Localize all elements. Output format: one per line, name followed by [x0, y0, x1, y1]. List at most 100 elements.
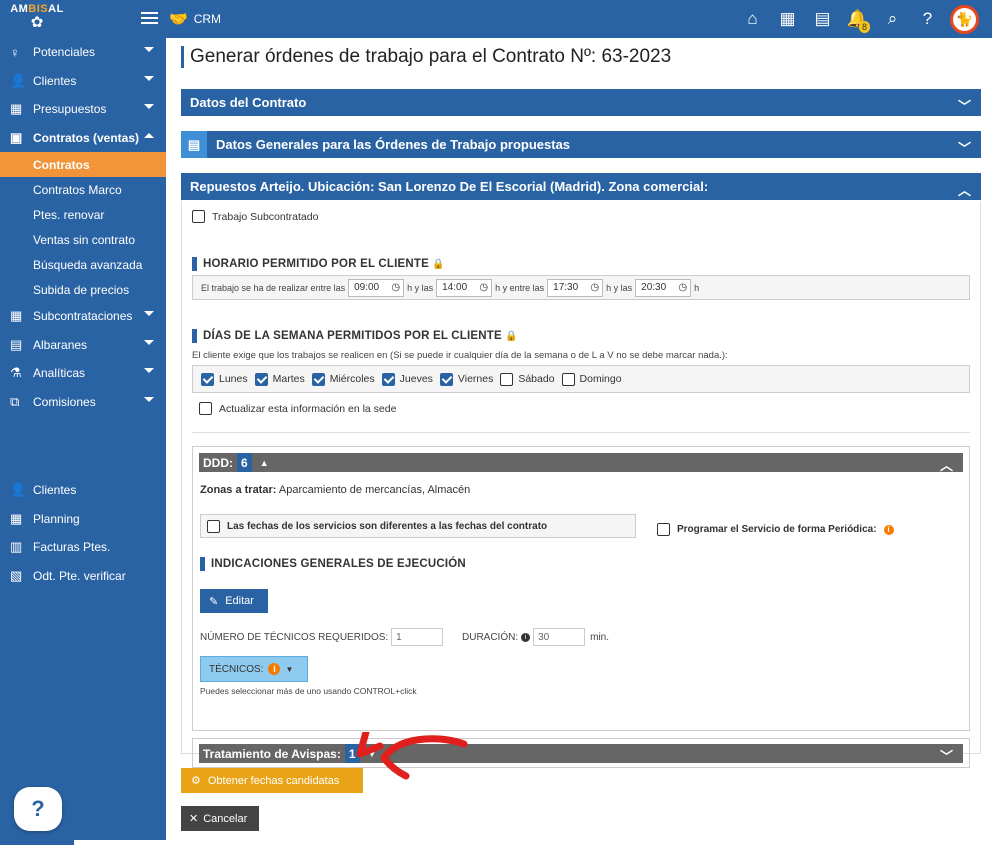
datos-generales-header[interactable]: ▤ Datos Generales para las Órdenes de Tr…	[181, 131, 981, 158]
money-icon: ⧉	[10, 393, 20, 409]
horario-section-title: HORARIO PERMITIDO POR EL CLIENTE 🔒	[192, 257, 445, 271]
time-start-1-input[interactable]: 09:00 ◷	[348, 278, 405, 297]
sidebar-item-contratos-ventas[interactable]: ▣ Contratos (ventas)	[0, 124, 166, 153]
caret-down-icon	[144, 104, 154, 109]
tecnicos-dropdown[interactable]: TÉCNICOS: i ▼	[200, 656, 308, 682]
day-sabado[interactable]: Sábado	[500, 372, 555, 386]
duracion-row: DURACIÓN: i 30 min.	[462, 628, 609, 646]
avispas-panel: Tratamiento de Avispas: 1 ▼ ﹀	[192, 738, 970, 768]
caret-down-icon	[144, 311, 154, 316]
sidebar-subitem-contratos[interactable]: Contratos	[0, 152, 166, 177]
crm-link[interactable]: 🤝 CRM	[169, 10, 221, 28]
caret-down-icon	[144, 396, 154, 402]
sidebar-subitem-subida-precios[interactable]: Subida de precios	[0, 277, 166, 302]
caret-up-icon: ▲	[259, 457, 269, 468]
clock-icon: ◷	[391, 282, 401, 293]
chevron-down-icon: ﹀	[957, 141, 971, 156]
handshake-icon: 🤝	[169, 11, 188, 28]
sidebar-item-facturas-ptes[interactable]: ▥ Facturas Ptes.	[0, 533, 166, 562]
butterfly-icon: ✿	[30, 14, 44, 31]
calendar-icon[interactable]: ▤	[805, 9, 840, 29]
sidebar-subitem-ventas-sin-contrato[interactable]: Ventas sin contrato	[0, 227, 166, 252]
gears-icon: ⚙	[191, 775, 201, 787]
sidebar-item-presupuestos[interactable]: ▦ Presupuestos	[0, 95, 166, 124]
sidebar-item-comisiones[interactable]: ⧉ Comisiones	[0, 388, 166, 417]
day-lunes[interactable]: Lunes	[201, 372, 248, 386]
dias-row: Lunes Martes Miércoles Jueves Viernes Sá…	[192, 365, 970, 393]
ddd-header[interactable]: DDD: 6 ▲ ︿	[199, 453, 963, 473]
time-end-1-input[interactable]: 14:00 ◷	[436, 278, 493, 297]
cancelar-button[interactable]: ✕ Cancelar	[181, 806, 259, 831]
apps-grid-icon[interactable]: ▦	[770, 9, 805, 29]
programar-checkbox[interactable]	[657, 523, 670, 536]
sidebar-item-clientes-2[interactable]: 👤 Clientes	[0, 476, 166, 505]
info-icon: i	[268, 663, 281, 675]
time-start-2-input[interactable]: 17:30 ◷	[547, 278, 604, 297]
programar-row: Programar el Servicio de forma Periódica…	[657, 523, 894, 536]
time-end-2-input[interactable]: 20:30 ◷	[635, 278, 692, 297]
sidebar-item-subcontrataciones[interactable]: ▦ Subcontrataciones	[0, 302, 166, 331]
sidebar-item-odt-pte-verificar[interactable]: ▧ Odt. Pte. verificar	[0, 562, 166, 591]
indicaciones-title: INDICACIONES GENERALES DE EJECUCIÓN	[200, 557, 466, 571]
tecnicos-hint: Puedes seleccionar más de uno usando CON…	[200, 686, 417, 696]
caret-down-icon	[144, 47, 154, 52]
main-content: Generar órdenes de trabajo para el Contr…	[166, 38, 992, 845]
edit-icon: ✎	[209, 595, 219, 608]
day-viernes[interactable]: Viernes	[439, 372, 493, 386]
actualizar-checkbox[interactable]	[199, 402, 212, 415]
sidebar-item-potenciales[interactable]: ♀ Potenciales	[0, 38, 166, 67]
search-icon[interactable]: ⌕	[875, 9, 910, 29]
ubicacion-panel: Trabajo Subcontratado HORARIO PERMITIDO …	[181, 201, 981, 768]
flask-icon: ⚗	[10, 365, 22, 381]
subcontratado-row: Trabajo Subcontratado	[192, 210, 318, 223]
chevron-down-icon: ﹀	[939, 749, 953, 764]
sidebar-subitem-busqueda-avanzada[interactable]: Búsqueda avanzada	[0, 252, 166, 277]
top-bar: AMBISAL ✿ 🤝 CRM ⌂ ▦ ▤ 🔔 8 ⌕ ? 🐈	[0, 0, 992, 38]
file-invoice-icon: ▤	[10, 336, 23, 352]
sidebar-item-planning[interactable]: ▦ Planning	[0, 505, 166, 534]
sidebar-item-albaranes[interactable]: ▤ Albaranes	[0, 331, 166, 360]
duracion-input[interactable]: 30	[533, 628, 586, 646]
subcontratado-checkbox[interactable]	[192, 210, 205, 223]
num-tecnicos-input[interactable]: 1	[391, 628, 444, 646]
day-domingo[interactable]: Domingo	[561, 372, 622, 386]
clipboard-icon: ▧	[10, 567, 23, 583]
info-icon[interactable]: i	[521, 632, 531, 642]
sidebar-subitem-contratos-marco[interactable]: Contratos Marco	[0, 177, 166, 202]
day-martes[interactable]: Martes	[254, 372, 305, 386]
user-check-icon: 👤	[10, 72, 27, 88]
ambisal-logo[interactable]: AMBISAL ✿	[0, 0, 74, 38]
dias-section-title: DÍAS DE LA SEMANA PERMITIDOS POR EL CLIE…	[192, 329, 518, 343]
caret-down-icon	[144, 75, 154, 81]
ddd-panel: DDD: 6 ▲ ︿ Zonas a tratar: Aparcamiento …	[192, 446, 970, 731]
help-button[interactable]: ?	[14, 787, 62, 831]
chevron-up-icon: ︿	[939, 458, 953, 473]
caret-down-icon	[144, 368, 154, 373]
fechas-diferentes-row: Las fechas de los servicios son diferent…	[200, 514, 636, 538]
clipboard-icon: ▤	[181, 131, 207, 158]
fechas-diferentes-checkbox[interactable]	[207, 519, 220, 533]
home-icon[interactable]: ⌂	[735, 9, 770, 29]
help-circle-icon[interactable]: ?	[910, 9, 945, 29]
datos-contrato-header[interactable]: Datos del Contrato ﹀	[181, 89, 981, 116]
sidebar-item-analiticas[interactable]: ⚗ Analíticas	[0, 359, 166, 388]
editar-button[interactable]: ✎ Editar	[200, 589, 268, 613]
zonas-row: Zonas a tratar: Aparcamiento de mercancí…	[200, 484, 471, 496]
sidebar-item-clientes[interactable]: 👤 Clientes	[0, 67, 166, 96]
obtener-fechas-button[interactable]: ⚙ Obtener fechas candidatas	[181, 768, 363, 793]
day-jueves[interactable]: Jueves	[381, 372, 433, 386]
lock-calendar-icon: 🔒	[505, 331, 518, 342]
actualizar-row: Actualizar esta información en la sede	[199, 402, 396, 415]
annotation-arrow-icon	[356, 732, 468, 780]
repuestos-header[interactable]: Repuestos Arteijo. Ubicación: San Lorenz…	[181, 173, 981, 200]
avispas-header[interactable]: Tratamiento de Avispas: 1 ▼ ﹀	[199, 744, 963, 764]
bell-icon[interactable]: 🔔 8	[840, 9, 875, 33]
sidebar-subitem-ptes-renovar[interactable]: Ptes. renovar	[0, 202, 166, 227]
avatar[interactable]: 🐈	[950, 4, 979, 34]
day-miercoles[interactable]: Miércoles	[311, 372, 375, 386]
clock-icon: ◷	[590, 282, 600, 293]
info-icon[interactable]: i	[883, 524, 894, 535]
page-title: Generar órdenes de trabajo para el Contr…	[181, 46, 671, 68]
chevron-down-icon: ﹀	[957, 99, 971, 114]
hamburger-menu-icon[interactable]	[141, 10, 158, 26]
